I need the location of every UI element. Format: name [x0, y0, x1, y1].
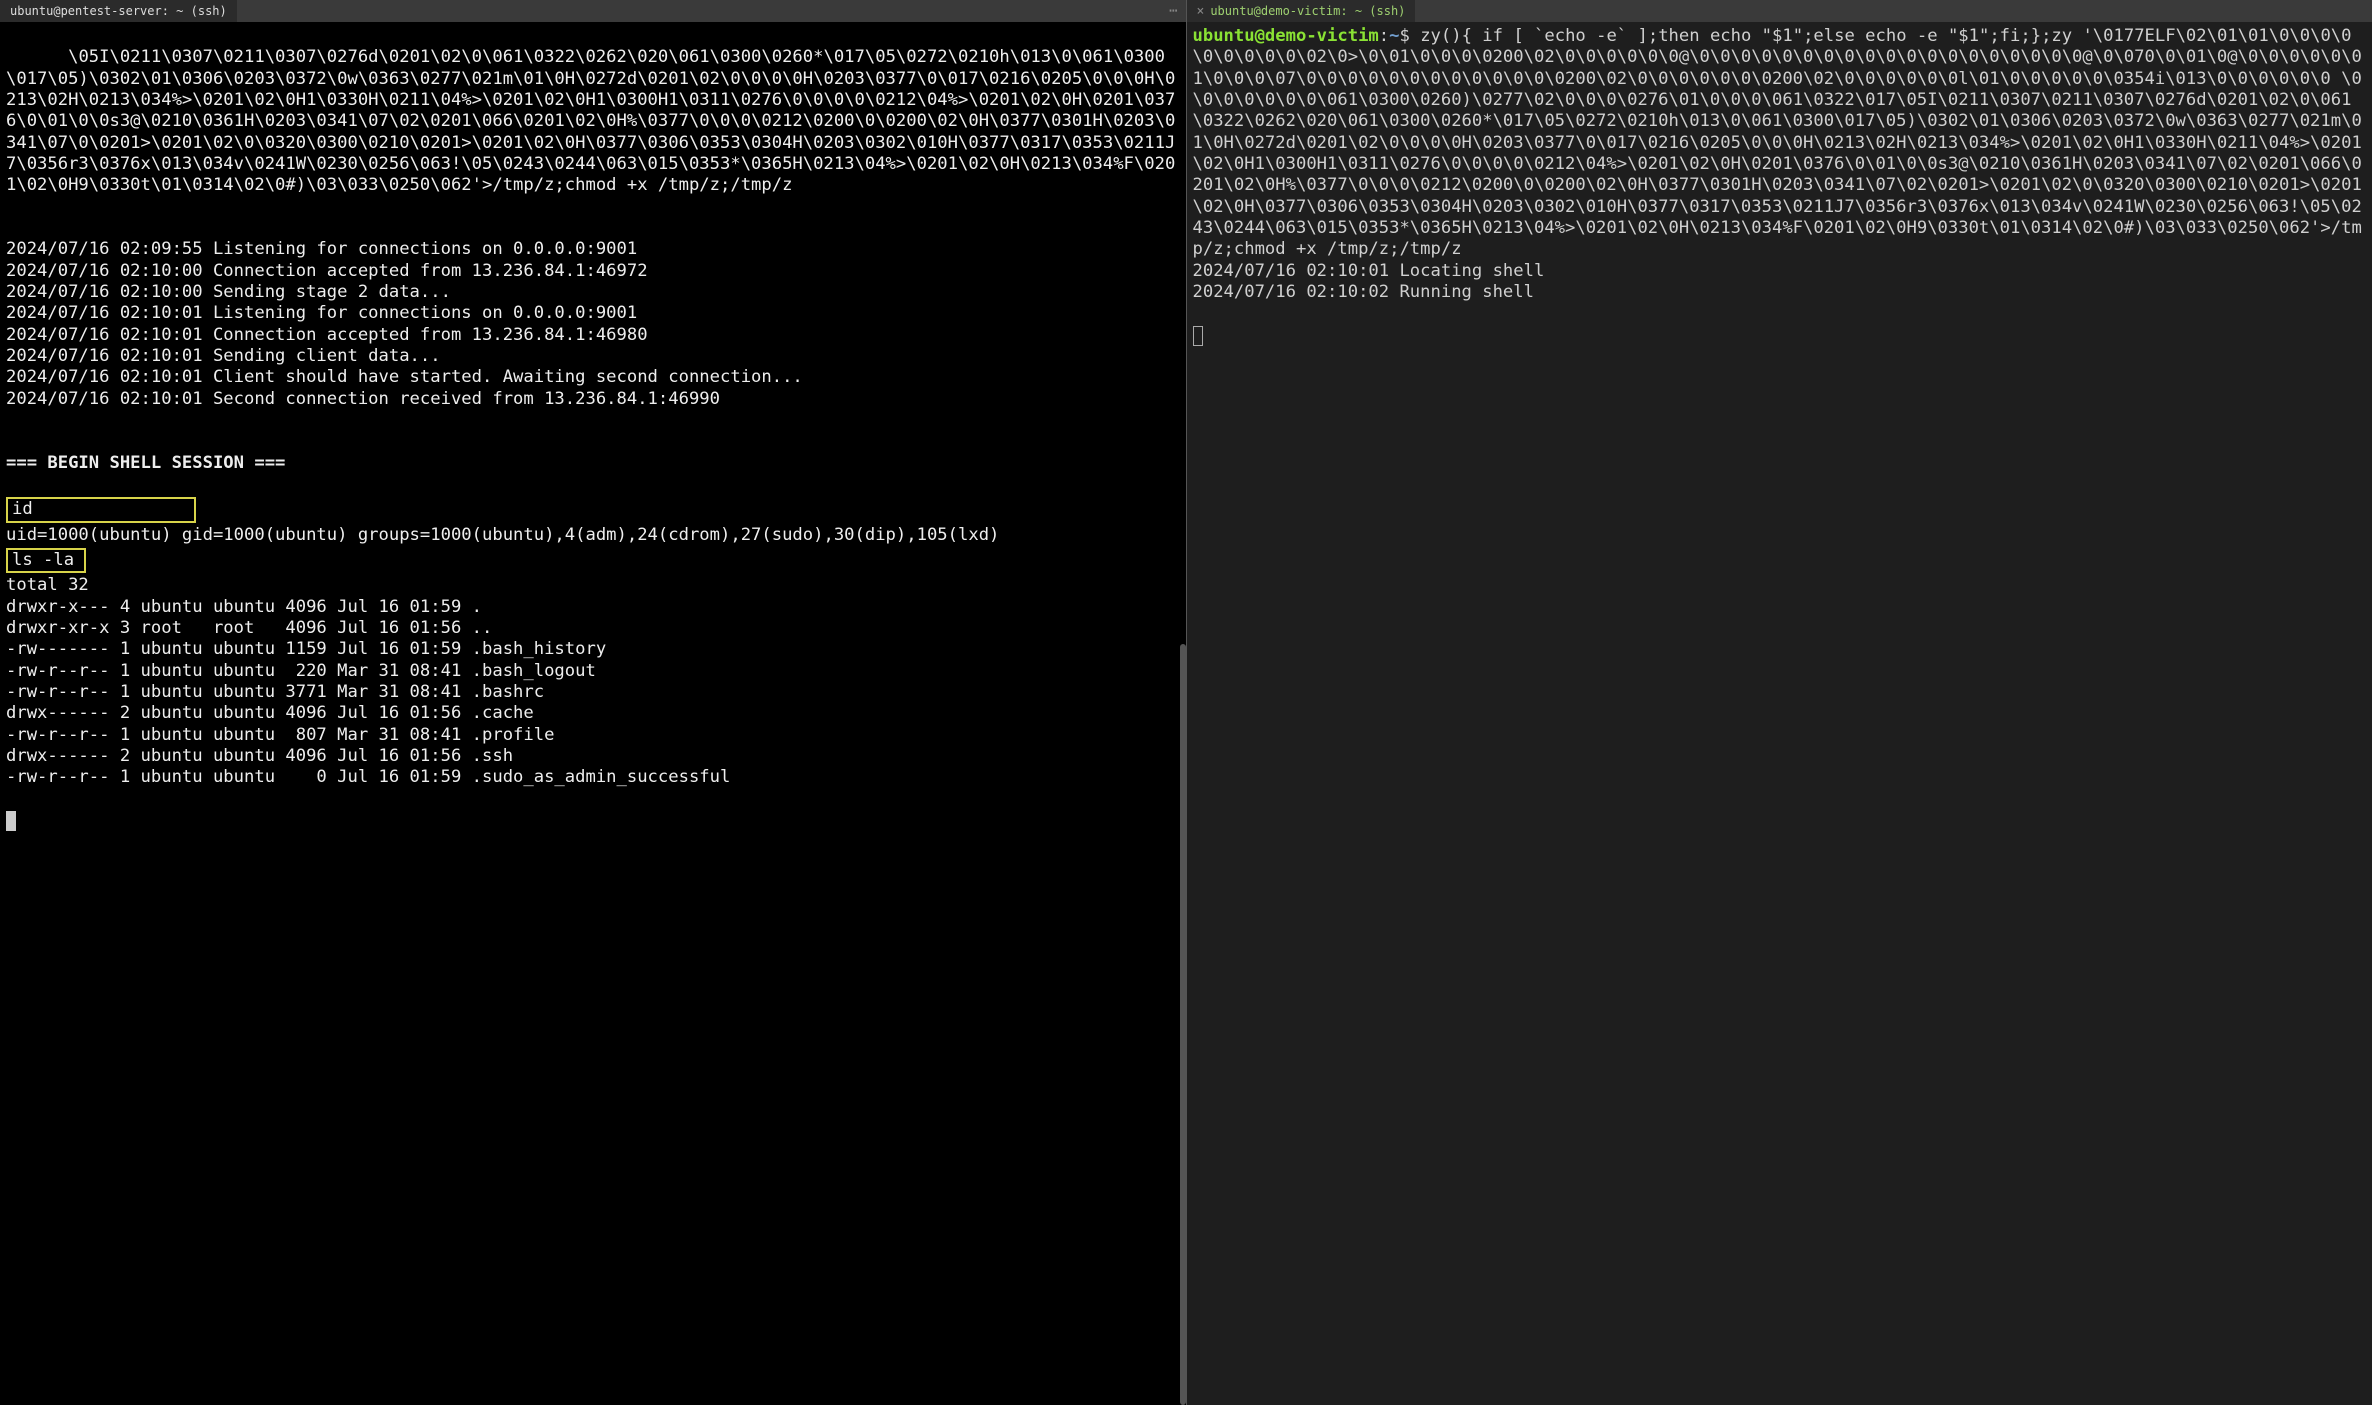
- left-log-block: 2024/07/16 02:09:55 Listening for connec…: [6, 239, 803, 408]
- right-tab[interactable]: × ubuntu@demo-victim: ~ (ssh): [1187, 0, 1416, 22]
- cmd-id: id: [12, 499, 33, 519]
- scrollbar-thumb[interactable]: [1180, 644, 1186, 1405]
- prompt-colon: :: [1379, 26, 1389, 46]
- prompt-dollar: $: [1399, 26, 1409, 46]
- tab-title: ubuntu@pentest-server: ~ (ssh): [10, 4, 227, 18]
- cmd-ls-box: ls -la: [6, 548, 86, 573]
- left-hexdump: \05I\0211\0307\0211\0307\0276d\0201\02\0…: [6, 47, 1175, 195]
- prompt-user: ubuntu@demo-victim: [1193, 26, 1379, 46]
- left-terminal[interactable]: \05I\0211\0307\0211\0307\0276d\0201\02\0…: [0, 22, 1186, 1405]
- left-scrollbar[interactable]: [1180, 22, 1186, 1405]
- left-tabbar: ubuntu@pentest-server: ~ (ssh) ⋯: [0, 0, 1186, 22]
- right-command: zy(){ if [ `echo -e` ];then echo "$1";el…: [1193, 26, 2362, 259]
- tab-title: ubuntu@demo-victim: ~ (ssh): [1210, 4, 1405, 18]
- ls-total: total 32: [6, 575, 89, 595]
- right-log-block: 2024/07/16 02:10:01 Locating shell 2024/…: [1193, 261, 1545, 302]
- close-icon[interactable]: ×: [1197, 4, 1205, 19]
- right-tabbar: × ubuntu@demo-victim: ~ (ssh): [1187, 0, 2372, 22]
- cursor: [1193, 326, 1203, 346]
- left-tab[interactable]: ubuntu@pentest-server: ~ (ssh): [0, 0, 237, 22]
- cursor: [6, 811, 16, 831]
- cmd-ls: ls -la: [12, 550, 74, 570]
- left-pane: ubuntu@pentest-server: ~ (ssh) ⋯ \05I\02…: [0, 0, 1187, 1405]
- right-pane: × ubuntu@demo-victim: ~ (ssh) ubuntu@dem…: [1187, 0, 2372, 1405]
- cmd-id-box: id: [6, 497, 196, 522]
- right-terminal[interactable]: ubuntu@demo-victim:~$ zy(){ if [ `echo -…: [1187, 22, 2372, 1405]
- ls-listing: drwxr-x--- 4 ubuntu ubuntu 4096 Jul 16 0…: [6, 597, 730, 788]
- id-output: uid=1000(ubuntu) gid=1000(ubuntu) groups…: [6, 525, 999, 545]
- tab-menu-icon[interactable]: ⋯: [1161, 3, 1185, 19]
- prompt-path: ~: [1389, 26, 1399, 46]
- split-view: ubuntu@pentest-server: ~ (ssh) ⋯ \05I\02…: [0, 0, 2372, 1405]
- session-header: === BEGIN SHELL SESSION ===: [6, 453, 285, 473]
